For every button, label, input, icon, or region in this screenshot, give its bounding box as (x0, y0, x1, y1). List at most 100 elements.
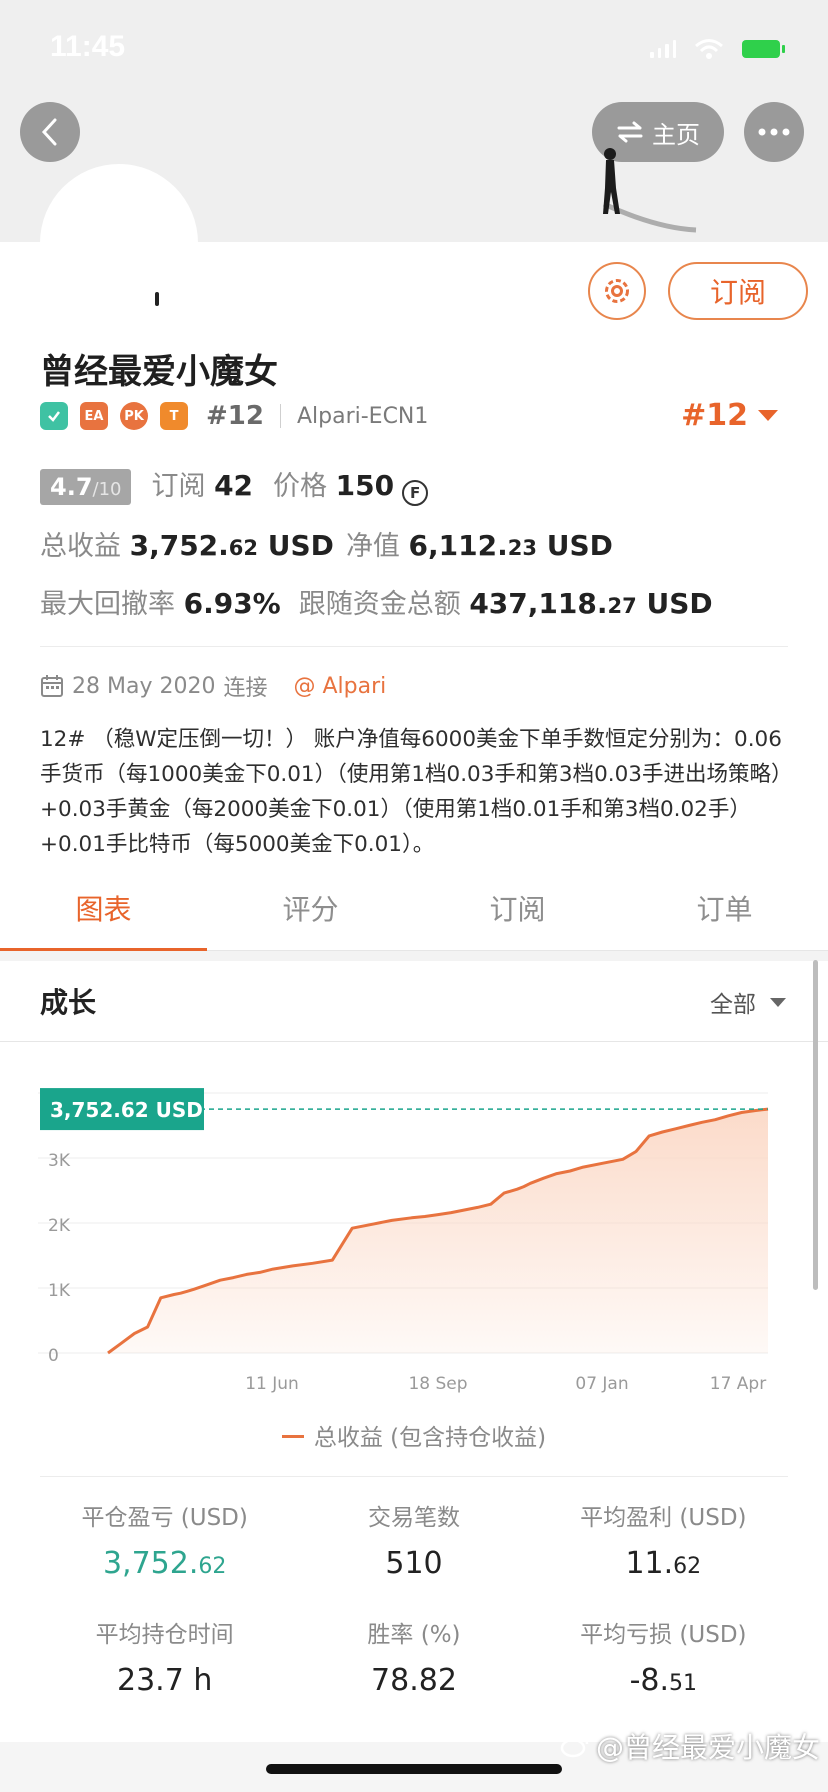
connection-label: 连接 (223, 676, 268, 701)
stat-avg-profit: 平均盈利 (USD) 11.62 (539, 1498, 788, 1581)
legend-label: 总收益 (包含持仓收益) (313, 1425, 547, 1451)
stat-closed-pnl: 平仓盈亏 (USD) 3,752.62 (40, 1498, 289, 1581)
stat-avg-hold-time: 平均持仓时间 23.7 h (40, 1615, 289, 1698)
follow-funds-label: 跟随资金总额 (298, 589, 461, 620)
score-row: 4.7 /10 订阅 42 价格 150 F (40, 464, 429, 506)
y-tick-label: 2K (48, 1216, 71, 1236)
legend-swatch (281, 1435, 304, 1438)
coin-icon: F (402, 480, 429, 506)
x-tick-label: 11 Jun (245, 1374, 299, 1394)
signal-icon (650, 40, 676, 58)
avatar[interactable] (40, 164, 198, 322)
status-icons (650, 38, 785, 60)
calendar-icon (41, 675, 63, 697)
caret-down-icon (758, 410, 778, 421)
score-badge: 4.7 /10 (40, 469, 132, 505)
gear-icon (605, 279, 629, 303)
x-tick-label: 17 Apr (710, 1374, 766, 1394)
equity-value: 6,112.23 USD (408, 529, 613, 562)
verified-shield-icon[interactable] (40, 402, 68, 430)
price-value: 150 (335, 469, 395, 502)
weibo-watermark: @曾经最爱小魔女 (560, 1726, 820, 1766)
divider (40, 1476, 788, 1477)
rank-dropdown[interactable]: #12 (681, 398, 778, 433)
drawdown-row: 最大回撤率 6.93% 跟随资金总额 437,118.27 USD (40, 582, 713, 621)
badge-row: EA PK T #12 Alpari-ECN1 (40, 398, 428, 434)
stat-label: 平仓盈亏 (USD) (81, 1505, 248, 1531)
more-icon (758, 128, 790, 136)
subscribe-count: 42 (214, 469, 254, 502)
total-profit-label: 总收益 (40, 531, 121, 562)
strategy-description: 12# （稳W定压倒一切！） 账户净值每6000美金下单手数恒定分别为：0.06… (40, 727, 782, 857)
tab-orders[interactable]: 订单 (621, 870, 828, 950)
subscribe-count-label: 订阅 (151, 471, 206, 502)
stat-value: 23.7 h (116, 1663, 213, 1698)
broker-link[interactable]: @ Alpari (293, 674, 386, 699)
stat-value: 3,752.62 (102, 1546, 227, 1581)
stat-win-rate: 胜率 (%) 78.82 (289, 1615, 538, 1698)
stat-trade-count: 交易笔数 510 (289, 1498, 538, 1581)
wifi-icon (695, 39, 723, 59)
stat-value: 78.82 (371, 1663, 457, 1698)
tab-subscription[interactable]: 订阅 (414, 870, 621, 950)
pk-badge[interactable]: PK (120, 402, 148, 430)
weibo-icon (560, 1734, 589, 1758)
tab-bar: 图表 评分 订阅 订单 (0, 870, 828, 951)
follow-funds-value: 437,118.27 USD (469, 587, 713, 620)
x-tick-label: 18 Sep (408, 1374, 467, 1394)
series-area (108, 1109, 768, 1353)
stat-value: 11.62 (625, 1546, 702, 1581)
drawdown-value: 6.93% (183, 587, 281, 620)
y-tick-label: 3K (48, 1151, 71, 1171)
section-gap (0, 951, 828, 961)
profit-row: 总收益 3,752.62 USD 净值 6,112.23 USD (40, 524, 613, 563)
rank-dropdown-label: #12 (681, 398, 748, 433)
y-tick-label: 1K (48, 1281, 71, 1301)
stat-label: 胜率 (%) (367, 1622, 461, 1648)
more-button[interactable] (744, 102, 804, 162)
caret-down-icon (770, 997, 786, 1007)
home-indicator[interactable] (266, 1764, 562, 1774)
status-bar: 11:45 (0, 0, 828, 100)
range-filter-label: 全部 (710, 992, 756, 1018)
stat-label: 平均亏损 (USD) (580, 1622, 747, 1648)
stat-label: 交易笔数 (367, 1505, 460, 1531)
profile-name: 曾经最爱小魔女 (40, 352, 278, 392)
section-header: 成长 全部 (0, 961, 828, 1042)
avatar-mark (155, 292, 159, 306)
range-filter-dropdown[interactable]: 全部 (710, 985, 786, 1019)
growth-chart-svg: 01K2K3K4K3,752.62 USD11 Jun18 Sep07 Jan1… (38, 1086, 769, 1394)
stats-grid: 平仓盈亏 (USD) 3,752.62 交易笔数 510 平均盈利 (USD) … (40, 1498, 788, 1698)
status-time: 11:45 (50, 30, 126, 63)
score-value: 4.7 (50, 473, 93, 501)
growth-chart[interactable]: 01K2K3K4K3,752.62 USD11 Jun18 Sep07 Jan1… (0, 1055, 828, 1395)
drawdown-label: 最大回撤率 (40, 589, 175, 620)
rank-number: #12 (206, 401, 264, 431)
tab-chart[interactable]: 图表 (0, 870, 207, 951)
stat-label: 平均持仓时间 (95, 1622, 234, 1648)
battery-icon (742, 40, 785, 58)
cover-figure-image (602, 148, 697, 233)
stat-value: -8.51 (629, 1663, 698, 1698)
stat-avg-loss: 平均亏损 (USD) -8.51 (539, 1615, 788, 1698)
equity-label: 净值 (345, 531, 400, 562)
connection-row: 28 May 2020 连接 @ Alpari (40, 670, 386, 702)
badge-divider (279, 404, 281, 428)
x-tick-label: 07 Jan (575, 1374, 628, 1394)
divider (40, 646, 788, 647)
back-button[interactable] (20, 102, 80, 162)
ea-badge[interactable]: EA (80, 402, 108, 430)
price-label: 价格 (273, 471, 328, 502)
subscribe-button[interactable]: 订阅 (668, 262, 808, 320)
connection-date: 28 May 2020 (72, 673, 216, 699)
chevron-left-icon (41, 118, 57, 146)
t-badge[interactable]: T (160, 402, 188, 430)
broker-server: Alpari-ECN1 (296, 403, 429, 429)
stat-label: 平均盈利 (USD) (580, 1505, 747, 1531)
score-max: /10 (92, 479, 122, 500)
stat-value: 510 (385, 1546, 443, 1581)
total-profit-value: 3,752.62 USD (129, 529, 334, 562)
tab-rating[interactable]: 评分 (207, 870, 414, 950)
settings-button[interactable] (588, 262, 646, 320)
chart-legend[interactable]: 总收益 (包含持仓收益) (0, 1418, 828, 1452)
